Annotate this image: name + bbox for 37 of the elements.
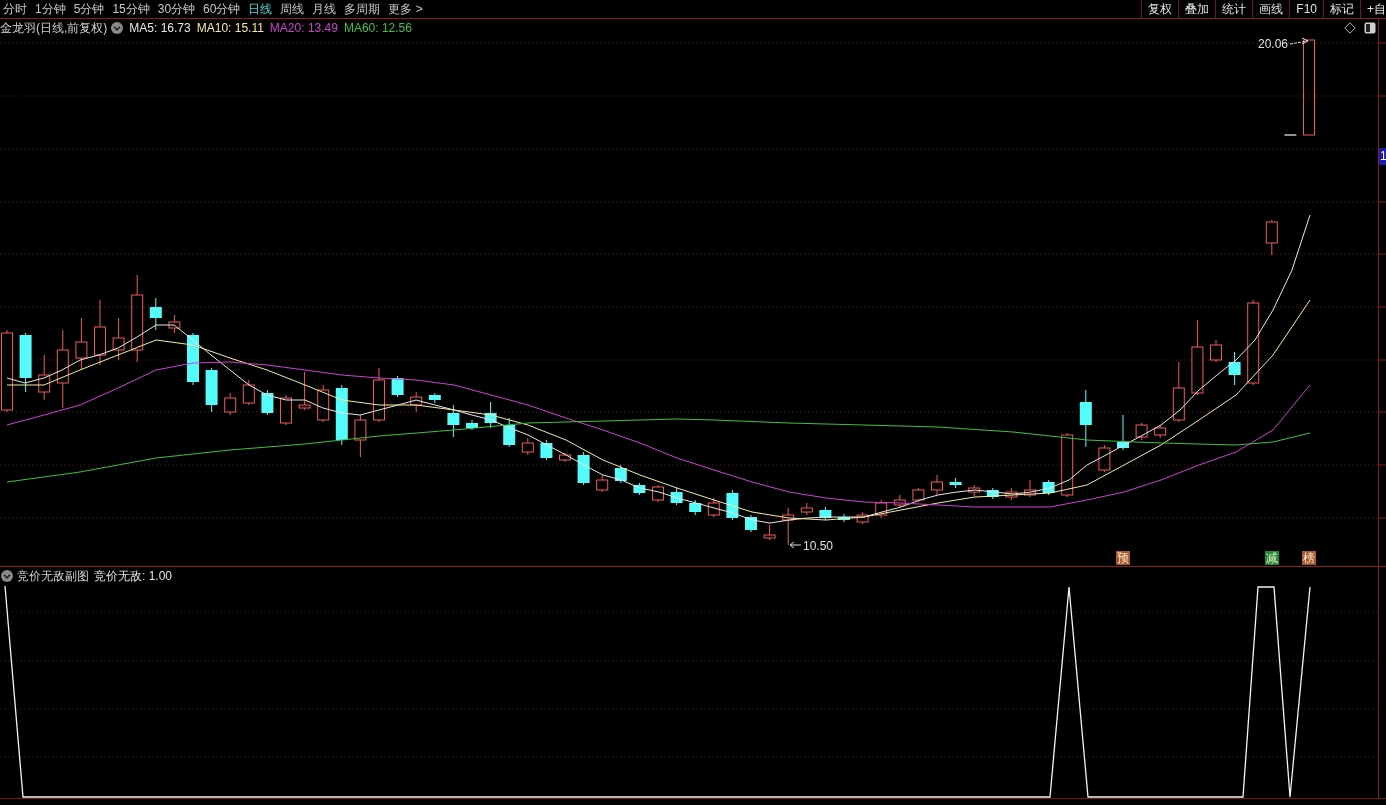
indicator-reading: 竞价无敌: 1.00 xyxy=(94,567,173,585)
ma-reading: MA10: 15.11 xyxy=(196,21,264,35)
leader-arrow xyxy=(1289,37,1309,45)
period-tab[interactable]: 日线 xyxy=(248,0,273,18)
signal-label: 减 xyxy=(1264,551,1279,565)
toolbar-button[interactable]: 统计 xyxy=(1215,0,1253,18)
period-tab[interactable]: 周线 xyxy=(280,0,305,18)
signal-label: 预 xyxy=(1116,551,1130,565)
toolbar-button[interactable]: 画线 xyxy=(1252,0,1290,18)
period-tab[interactable]: 多周期 xyxy=(344,0,381,18)
leader-arrow xyxy=(789,541,802,549)
low-price-label: 10.50 xyxy=(803,539,834,553)
period-tab[interactable]: 月线 xyxy=(312,0,337,18)
axis-price-tag: 1 xyxy=(1379,148,1386,165)
chart-title: 金龙羽(日线,前复权) xyxy=(0,19,108,37)
dropdown-icon[interactable] xyxy=(1,570,13,582)
toolbar-button[interactable]: 复权 xyxy=(1141,0,1179,18)
ma-reading: MA20: 13.49 xyxy=(269,21,338,35)
high-price-label: 20.06 xyxy=(1257,37,1288,51)
sub-chart-title: 竞价无敌副图 xyxy=(17,567,89,585)
panel-icon[interactable] xyxy=(1364,22,1376,34)
period-tab[interactable]: 1分钟 xyxy=(35,0,66,18)
period-tab[interactable]: 分时 xyxy=(3,0,27,18)
period-tab[interactable]: 更多 > xyxy=(388,0,423,18)
ma-reading: MA5: 16.73 xyxy=(129,21,191,35)
ma-reading: MA60: 12.56 xyxy=(343,21,412,35)
period-tab[interactable]: 30分钟 xyxy=(157,0,196,18)
period-tab[interactable]: 15分钟 xyxy=(112,0,150,18)
diamond-icon[interactable] xyxy=(1344,22,1356,34)
toolbar-button[interactable]: 叠加 xyxy=(1178,0,1216,18)
period-tab[interactable]: 60分钟 xyxy=(203,0,241,18)
dropdown-icon[interactable] xyxy=(111,22,124,34)
toolbar-button[interactable]: +自 xyxy=(1360,0,1386,18)
signal-label: 榜 xyxy=(1302,551,1316,565)
toolbar-button[interactable]: F10 xyxy=(1289,0,1323,18)
toolbar-button[interactable]: 标记 xyxy=(1323,0,1360,18)
period-tab[interactable]: 5分钟 xyxy=(73,0,105,18)
